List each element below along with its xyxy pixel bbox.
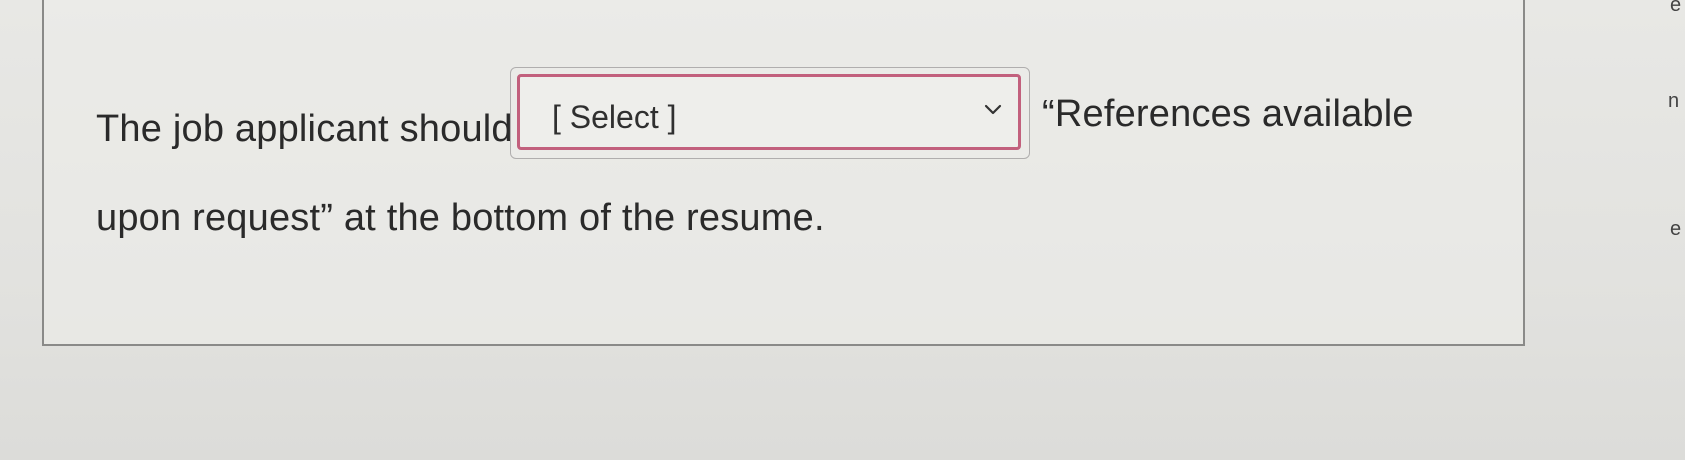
question-text-before: The job applicant should — [96, 108, 513, 150]
answer-dropdown[interactable]: [ Select ] — [510, 67, 1030, 159]
edge-text-fragment-middle: n — [1668, 90, 1680, 112]
question-container — [42, 0, 1525, 346]
question-text-after: “References available — [1042, 93, 1414, 135]
page: The job applicant should [ Select ] “Ref… — [0, 0, 1685, 460]
answer-dropdown-value[interactable]: [ Select ] — [552, 99, 677, 136]
edge-text-fragment-top: e — [1670, 0, 1682, 16]
edge-text-fragment-lower: e — [1670, 218, 1682, 240]
answer-dropdown-focus-ring[interactable]: [ Select ] — [517, 74, 1021, 150]
chevron-down-icon[interactable] — [982, 99, 1004, 121]
question-text-line2: upon request” at the bottom of the resum… — [96, 197, 825, 239]
